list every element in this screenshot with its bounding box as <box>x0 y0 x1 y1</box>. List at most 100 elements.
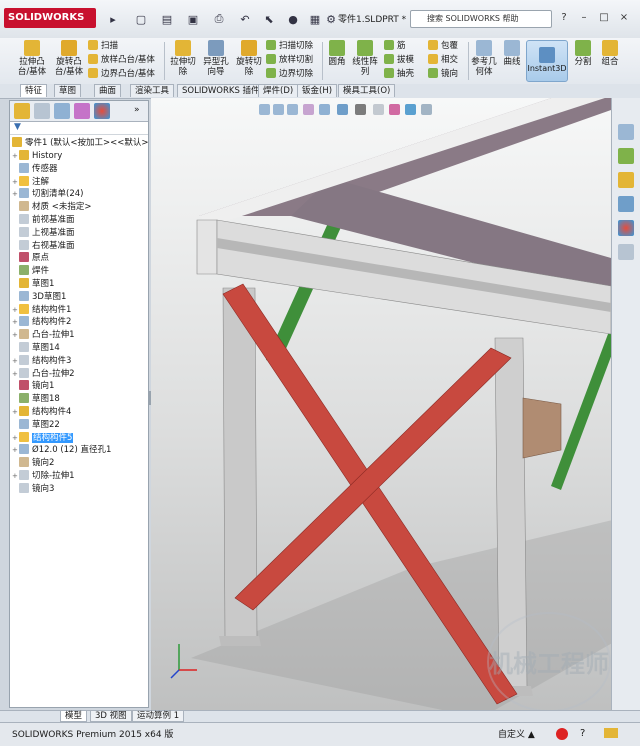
tree-item[interactable]: 草图1 <box>12 278 54 290</box>
new-file-icon[interactable]: ▢ <box>130 10 152 28</box>
hole-wizard-button[interactable]: 异型孔向导 <box>200 40 232 77</box>
tree-item[interactable]: 前视基准面 <box>12 214 75 226</box>
tree-item[interactable]: + 凸台-拉伸2 <box>12 367 74 380</box>
expand-toggle-icon[interactable]: + <box>12 304 19 316</box>
tab-sketch[interactable]: 草图 <box>54 84 82 97</box>
view-palette-icon[interactable] <box>618 196 634 212</box>
dimxpert-tab-icon[interactable] <box>74 103 90 119</box>
wrap-button[interactable]: 包覆 <box>428 40 458 53</box>
tree-item[interactable]: 传感器 <box>12 162 58 175</box>
tab-3d-views[interactable]: 3D 视图 <box>90 711 132 722</box>
tab-solidworks-addins[interactable]: SOLIDWORKS 插件 <box>177 84 265 97</box>
instant3d-button[interactable]: Instant3D <box>526 40 568 82</box>
menu-arrow-icon[interactable]: ▸ <box>102 10 124 28</box>
tab-features[interactable]: 特征 <box>20 84 48 97</box>
boundary-cut-button[interactable]: 边界切除 <box>266 68 313 81</box>
tab-model[interactable]: 模型 <box>60 711 88 722</box>
expand-toggle-icon[interactable]: + <box>12 150 19 162</box>
revolve-boss-button[interactable]: 旋转凸台/基体 <box>52 40 86 77</box>
expand-toggle-icon[interactable]: + <box>12 470 19 482</box>
tree-root[interactable]: 零件1 (默认<按加工><<默认> <box>12 137 149 149</box>
combine-button[interactable]: 组合 <box>598 40 622 67</box>
intersect-button[interactable]: 相交 <box>428 54 458 67</box>
tree-item[interactable]: 材质 <未指定> <box>12 201 91 213</box>
feature-tree-tab-icon[interactable] <box>14 103 30 119</box>
tree-item[interactable]: 焊件 <box>12 265 49 277</box>
filter-icon[interactable]: ▼ <box>14 122 21 132</box>
help-status-icon[interactable]: ? <box>580 728 585 739</box>
appearances-icon[interactable] <box>618 220 634 236</box>
curves-button[interactable]: 曲线 <box>500 40 524 67</box>
tab-mold-tools[interactable]: 模具工具(O) <box>338 84 396 97</box>
tree-item[interactable]: + 切除-拉伸1 <box>12 470 74 482</box>
rib-button[interactable]: 筋 <box>384 40 406 53</box>
solidworks-resources-icon[interactable] <box>618 124 634 140</box>
select-icon[interactable]: ⬉ <box>258 10 280 28</box>
tree-item[interactable]: + 注解 <box>12 175 49 188</box>
display-manager-tab-icon[interactable] <box>94 103 110 119</box>
design-library-icon[interactable] <box>618 148 634 164</box>
file-explorer-icon[interactable] <box>618 172 634 188</box>
expand-toggle-icon[interactable]: + <box>12 406 19 418</box>
tab-weldments[interactable]: 焊件(D) <box>258 84 299 97</box>
tab-sheet-metal[interactable]: 钣金(H) <box>297 84 338 97</box>
open-file-icon[interactable]: ▤ <box>156 10 178 28</box>
expand-toggle-icon[interactable]: + <box>12 355 19 367</box>
configuration-manager-tab-icon[interactable] <box>54 103 70 119</box>
expand-toggle-icon[interactable]: + <box>12 444 19 456</box>
tree-item[interactable]: 草图22 <box>12 418 60 431</box>
lofted-cut-button[interactable]: 放样切割 <box>266 54 313 67</box>
tree-item[interactable]: + 切割清单(24) <box>12 188 83 200</box>
panel-expand-icon[interactable]: » <box>134 105 140 115</box>
tree-item[interactable]: 镜向1 <box>12 380 54 392</box>
extrude-cut-button[interactable]: 拉伸切除 <box>168 40 198 77</box>
tab-motion-study-1[interactable]: 运动算例 1 <box>132 711 185 722</box>
boundary-boss-button[interactable]: 边界凸台/基体 <box>88 68 155 81</box>
maximize-button[interactable]: □ <box>596 10 612 26</box>
tree-item[interactable]: + 结构构件5 <box>12 431 74 444</box>
fillet-button[interactable]: 圆角 <box>326 40 348 67</box>
rebuild-icon[interactable]: ● <box>282 10 304 28</box>
tree-item[interactable]: 上视基准面 <box>12 226 75 239</box>
tree-item[interactable]: 原点 <box>12 252 49 264</box>
property-manager-tab-icon[interactable] <box>34 103 50 119</box>
expand-toggle-icon[interactable]: + <box>12 329 19 341</box>
tree-item[interactable]: + 凸台-拉伸1 <box>12 329 74 341</box>
notification-icon[interactable] <box>604 728 618 738</box>
swept-cut-button[interactable]: 扫描切除 <box>266 40 313 53</box>
expand-toggle-icon[interactable]: + <box>12 176 19 188</box>
save-icon[interactable]: ▣ <box>182 10 204 28</box>
tree-item[interactable]: + Ø12.0 (12) 直径孔1 <box>12 444 111 456</box>
print-icon[interactable]: ⎙ <box>208 10 230 28</box>
graphics-viewport[interactable]: 机械工程师 <box>151 98 611 710</box>
extrude-boss-button[interactable]: 拉伸凸台/基体 <box>16 40 48 77</box>
revolve-cut-button[interactable]: 旋转切除 <box>234 40 264 77</box>
tree-item[interactable]: + 结构构件2 <box>12 316 71 328</box>
linear-pattern-button[interactable]: 线性阵列 <box>350 40 380 77</box>
draft-button[interactable]: 拔模 <box>384 54 414 67</box>
expand-toggle-icon[interactable]: + <box>12 188 19 200</box>
reference-geometry-button[interactable]: 参考几何体 <box>470 40 498 77</box>
loft-boss-button[interactable]: 放样凸台/基体 <box>88 54 155 67</box>
help-icon[interactable]: ? <box>556 10 572 26</box>
expand-toggle-icon[interactable]: + <box>12 316 19 328</box>
tree-item[interactable]: + 结构构件4 <box>12 406 71 418</box>
minimize-button[interactable]: – <box>576 10 592 26</box>
tree-item[interactable]: 草图14 <box>12 342 60 354</box>
customize-status[interactable]: 自定义 ▲ <box>498 727 535 740</box>
tree-item[interactable]: 3D草图1 <box>12 290 66 303</box>
tree-item[interactable]: + 结构构件3 <box>12 354 71 367</box>
close-button[interactable]: × <box>616 10 632 26</box>
shell-button[interactable]: 抽壳 <box>384 68 414 81</box>
tree-item[interactable]: 草图18 <box>12 393 60 405</box>
rebuild-status-icon[interactable] <box>556 728 568 740</box>
mirror-button[interactable]: 镜向 <box>428 68 458 81</box>
undo-icon[interactable]: ↶ <box>234 10 256 28</box>
tab-render-tools[interactable]: 渲染工具 <box>130 84 175 97</box>
tree-item[interactable]: 镜向2 <box>12 457 54 469</box>
tree-item[interactable]: 镜向3 <box>12 482 54 495</box>
help-search-input[interactable]: 搜索 SOLIDWORKS 帮助 <box>410 10 552 28</box>
tab-surfaces[interactable]: 曲面 <box>94 84 122 97</box>
expand-toggle-icon[interactable]: + <box>12 368 19 380</box>
sweep-button[interactable]: 扫描 <box>88 40 118 53</box>
